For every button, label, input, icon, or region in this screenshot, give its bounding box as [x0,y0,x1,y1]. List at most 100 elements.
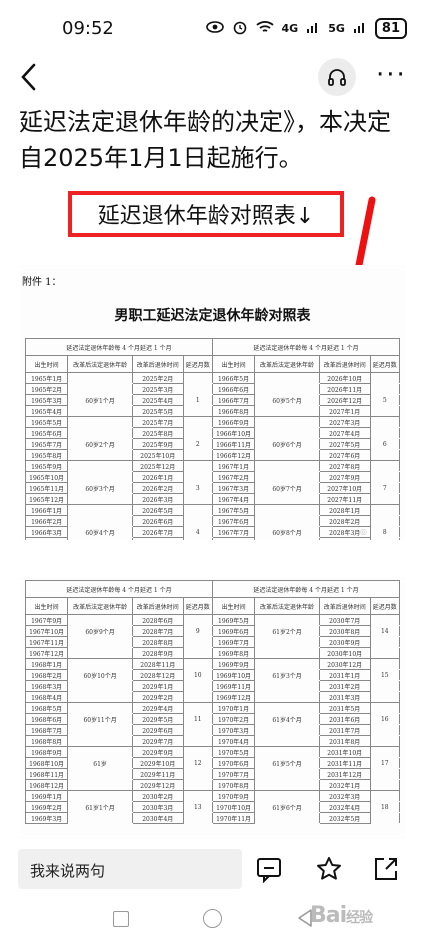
document-image-1[interactable]: 附件 1： 男职工延迟法定退休年龄对照表 延迟法定退休年龄每 4 个月延迟 1 … [20,265,405,540]
table-cell: 2025年8月 [131,427,184,439]
table-row: 1968年11月 2029年11月 1970年7月 2031年12月 [24,768,401,780]
table-row: 1968年12月 2029年12月 1970年8月 2032年1月 [24,779,401,791]
table-cell: 2027年6月 [318,449,371,461]
table-cell: 2026年10月 [318,372,371,384]
table-cell [67,680,133,692]
table-cell: 2027年11月 [318,493,371,505]
table-cell: 1967年3月 [211,482,256,494]
table-cell [182,691,213,703]
back-arrow-icon [21,63,36,91]
table-cell: 1970年4月 [211,735,256,747]
table-cell [369,515,401,527]
table-row: 1968年4月 2029年2月 1969年12月 2031年3月 [24,691,401,703]
table-cell: 1970年6月 [211,757,256,769]
alarm-icon [232,19,248,39]
table-cell [67,702,133,714]
table-cell: 61岁6个月 [254,801,320,813]
status-icons: 4G 5G 81 [205,18,407,39]
table-cell: 11 [182,713,213,725]
table-cell [254,504,320,516]
table-cell: 2027年9月 [318,471,371,483]
table-row: 1965年10月 2026年1月 1967年2月 2027年9月 [24,471,401,483]
table-cell: 61岁1个月 [67,801,133,813]
table-cell [369,691,401,703]
table-cell [67,735,133,747]
table-cell [182,427,213,439]
share-button[interactable] [372,855,400,883]
recent-apps-button[interactable] [113,911,129,927]
table-cell [67,493,133,505]
table-cell [254,724,320,736]
table-cell [67,636,133,648]
bottom-action-bar: 我来说两句 [0,845,425,895]
table-row: 1966年1月 2026年5月 1967年5月 2028年1月 [24,504,401,516]
table-row: 1965年6月 2025年8月 1966年10月 2027年4月 [24,427,401,439]
table-cell: 2029年6月 [131,724,184,736]
table-cell [67,768,133,780]
table-cell: 60岁8个月 [254,526,320,538]
more-options-button[interactable]: ··· [376,62,407,88]
table-cell: 1968年5月 [24,702,69,714]
table-cell: 1966年7月 [211,394,256,406]
table-row: 1969年3月 2030年4月 1970年11月 2032年5月 [24,812,401,824]
table-cell [254,416,320,428]
back-button[interactable] [16,60,42,94]
table-cell: 2026年7月 [131,526,184,538]
table-cell: 1966年8月 [211,405,256,417]
table-cell: 2029年2月 [131,691,184,703]
table-cell: 1966年6月 [211,383,256,395]
table-cell [182,471,213,483]
table-cell: 2028年9月 [131,647,184,659]
table-group-header: 延迟法定退休年龄每 4 个月延迟 1 个月 延迟法定退休年龄每 4 个月延迟 1 … [25,338,401,356]
favorite-button[interactable] [315,855,343,883]
table-row: 1968年8月 2029年7月 1970年4月 2031年8月 [24,735,401,747]
table-cell [369,647,401,659]
column-header: 延迟月数 [369,355,401,373]
table-cell: 1967年7月 [211,526,256,538]
table-cell: 2025年4月 [131,394,184,406]
more-icon: ··· [376,60,407,90]
listen-button[interactable] [318,58,356,96]
table-cell: 2032年5月 [318,812,371,824]
column-header: 改革后法定退休年龄 [67,355,133,373]
signal-bars-icon-2 [353,20,367,38]
column-header: 改革后退休时间 [318,597,371,615]
article-paragraph: 延迟法定退休年龄的决定》，本决定自2025年1月1日起施行。 [19,108,391,172]
table-cell: 61岁2个月 [254,625,320,637]
comment-button[interactable] [255,855,283,884]
table-cell: 1969年10月 [211,669,256,681]
table-cell [67,790,133,802]
table-cell [254,746,320,758]
table-cell [369,383,401,395]
table-cell: 1970年7月 [211,768,256,780]
table-cell: 1966年9月 [211,416,256,428]
table-cell: 1966年1月 [24,504,69,516]
table-cell [254,460,320,472]
table-cell [67,647,133,659]
table-cell [67,779,133,791]
retirement-table-2: 延迟法定退休年龄每 4 个月延迟 1 个月 延迟法定退休年龄每 4 个月延迟 1 … [24,580,401,824]
table-cell: 1969年2月 [24,801,69,813]
table-cell: 2025年7月 [131,416,184,428]
table-cell: 1970年8月 [211,779,256,791]
table-cell: 8 [369,526,401,538]
table-cell [67,537,133,540]
table-cell: 61岁5个月 [254,757,320,769]
column-header: 出生时间 [24,355,69,373]
table-cell: 9 [182,625,213,637]
table-cell: 1968年8月 [24,735,69,747]
table-cell: 1970年3月 [211,724,256,736]
document-image-2[interactable]: 延迟法定退休年龄每 4 个月延迟 1 个月 延迟法定退休年龄每 4 个月延迟 1 … [20,577,405,839]
table-cell [254,812,320,824]
table-cell: 1967年4月 [211,493,256,505]
comment-input[interactable]: 我来说两句 [18,849,242,889]
table-cell [254,405,320,417]
table-cell: 2030年8月 [318,625,371,637]
home-button[interactable] [203,909,222,928]
table-cell: 1969年8月 [211,647,256,659]
table-cell [182,702,213,714]
table-cell [369,724,401,736]
table-cell: 1968年1月 [24,658,69,670]
table-row: 1969年2月 61岁1个月 2030年3月 13 1970年10月 61岁6个月 2032… [24,801,401,813]
table-cell: 2025年9月 [131,438,184,450]
